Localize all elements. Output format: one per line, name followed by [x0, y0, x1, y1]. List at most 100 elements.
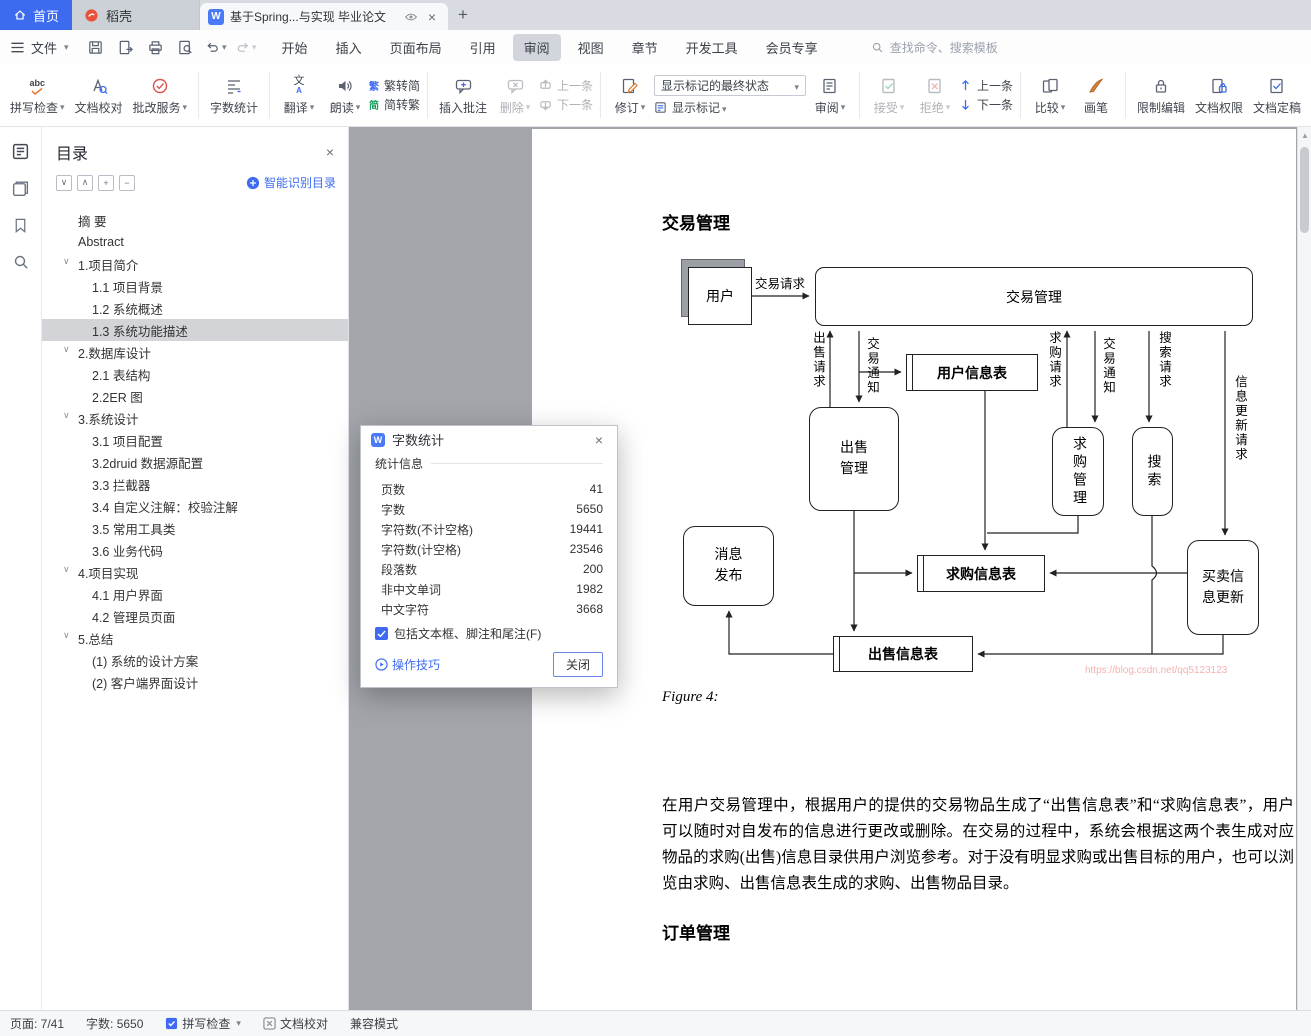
tab-references[interactable]: 引用 — [459, 34, 507, 61]
outline-item[interactable]: 3.3 拦截器 — [42, 473, 348, 495]
chevron-down-icon[interactable] — [63, 410, 70, 421]
close-panel-icon[interactable]: × — [326, 144, 334, 160]
simp-to-trad-button[interactable]: 简 简转繁 — [369, 97, 420, 113]
outline-item[interactable]: 摘 要 — [42, 209, 348, 231]
tab-view[interactable]: 视图 — [567, 34, 615, 61]
pen-button[interactable]: 画笔 — [1074, 67, 1118, 123]
doc-proof-status[interactable]: 文档校对 — [263, 1015, 328, 1032]
reject-button[interactable]: 拒绝 — [913, 67, 957, 123]
doc-finalize-button[interactable]: 文档定稿 — [1249, 67, 1305, 123]
chevron-down-icon[interactable] — [63, 344, 70, 355]
outline-item[interactable]: 3.系统设计 — [42, 407, 348, 429]
dialog-close-icon[interactable]: × — [591, 432, 607, 448]
compare-button[interactable]: 比较 — [1028, 67, 1072, 123]
expand-all-button[interactable]: ∧ — [77, 174, 93, 191]
revise-button[interactable]: 修订 — [608, 67, 652, 123]
save-icon[interactable] — [85, 36, 107, 58]
outline-item[interactable]: 3.4 自定义注解：校验注解 — [42, 495, 348, 517]
outline-item[interactable]: 4.1 用户界面 — [42, 583, 348, 605]
outline-item[interactable]: 1.项目简介 — [42, 253, 348, 275]
word-count-indicator[interactable]: 字数: 5650 — [86, 1015, 143, 1032]
eye-icon[interactable] — [404, 12, 418, 22]
print-preview-icon[interactable] — [175, 36, 197, 58]
data-flow-diagram: 用户 交易管理 用户信息表 出售管理 求购管理 搜索 消息发布 求购信息表 买卖… — [657, 245, 1269, 695]
outline-item[interactable]: 3.2druid 数据源配置 — [42, 451, 348, 473]
chevron-down-icon[interactable] — [63, 256, 70, 267]
file-menu-button[interactable]: 文件 — [25, 38, 75, 57]
tab-section[interactable]: 章节 — [621, 34, 669, 61]
outline-item[interactable]: 3.5 常用工具类 — [42, 517, 348, 539]
bookmark-icon[interactable] — [11, 215, 31, 235]
export-pdf-icon[interactable] — [115, 36, 137, 58]
collapse-level-button[interactable]: − — [119, 174, 135, 191]
outline-item-selected[interactable]: 1.3 系统功能描述 — [42, 319, 348, 341]
chevron-down-icon[interactable] — [63, 564, 70, 575]
close-tab-icon[interactable]: × — [424, 9, 440, 25]
scrollbar-thumb[interactable] — [1300, 147, 1309, 233]
tab-member[interactable]: 会员专享 — [755, 34, 829, 61]
outline-item[interactable]: 2.数据库设计 — [42, 341, 348, 363]
next-comment-button[interactable]: 下一条 — [539, 97, 593, 113]
review-mode-button[interactable]: 审阅 — [808, 67, 852, 123]
include-textbox-checkbox[interactable]: 包括文本框、脚注和尾注(F) — [375, 625, 603, 642]
tab-dev-tools[interactable]: 开发工具 — [675, 34, 749, 61]
dialog-title-bar[interactable]: W 字数统计 × — [361, 426, 617, 453]
smart-recognize-button[interactable]: 智能识别目录 — [246, 174, 336, 191]
scroll-up-arrow[interactable]: ▲ — [1298, 129, 1311, 143]
undo-icon[interactable] — [205, 36, 227, 58]
tab-start[interactable]: 开始 — [271, 34, 319, 61]
outline-item[interactable]: 2.1 表结构 — [42, 363, 348, 385]
vertical-scrollbar[interactable]: ▲ — [1297, 127, 1311, 1010]
docer-tab[interactable]: 稻壳 — [72, 0, 200, 30]
outline-item[interactable]: 1.1 项目背景 — [42, 275, 348, 297]
document-tab[interactable]: W 基于Spring...与实现 毕业论文 × — [200, 3, 448, 30]
show-marks-button[interactable]: 显示标记 — [654, 99, 806, 115]
outline-item[interactable]: (2) 客户端界面设计 — [42, 671, 348, 693]
spell-check-button[interactable]: abc 拼写检查 — [6, 67, 69, 123]
home-tab[interactable]: 首页 — [0, 0, 72, 30]
print-icon[interactable] — [145, 36, 167, 58]
redo-icon[interactable] — [235, 36, 257, 58]
collapse-all-button[interactable]: ∨ — [56, 174, 72, 191]
new-tab-button[interactable]: + — [448, 0, 478, 30]
outline-item[interactable]: 5.总结 — [42, 627, 348, 649]
restrict-edit-button[interactable]: 限制编辑 — [1133, 67, 1189, 123]
outline-panel-icon[interactable] — [11, 141, 31, 161]
accept-button[interactable]: 接受 — [867, 67, 911, 123]
prev-comment-button[interactable]: 上一条 — [539, 78, 593, 94]
tab-page-layout[interactable]: 页面布局 — [379, 34, 453, 61]
command-search[interactable]: 查找命令、搜索模板 — [871, 39, 998, 56]
outline-item[interactable]: 3.1 项目配置 — [42, 429, 348, 451]
page-indicator[interactable]: 页面: 7/41 — [10, 1015, 64, 1032]
delete-comment-button[interactable]: 删除 — [493, 67, 537, 123]
dialog-close-button[interactable]: 关闭 — [553, 652, 603, 677]
search-panel-icon[interactable] — [11, 252, 31, 272]
tab-review[interactable]: 审阅 — [512, 33, 561, 61]
document-page[interactable]: 交易管理 用户 交易管理 用户信息表 出售管理 求购管理 搜索 消息发布 求购信… — [532, 129, 1296, 1010]
tab-insert[interactable]: 插入 — [325, 34, 373, 61]
outline-item[interactable]: Abstract — [42, 231, 348, 253]
trad-to-simp-button[interactable]: 繁 繁转简 — [369, 78, 420, 94]
next-revision-button[interactable]: 下一条 — [959, 97, 1013, 113]
hamburger-icon[interactable] — [10, 41, 25, 54]
spell-check-status[interactable]: 拼写检查 — [165, 1015, 241, 1032]
expand-level-button[interactable]: + — [98, 174, 114, 191]
insert-comment-button[interactable]: 插入批注 — [435, 67, 491, 123]
prev-revision-button[interactable]: 上一条 — [959, 78, 1013, 94]
outline-item[interactable]: 3.6 业务代码 — [42, 539, 348, 561]
tips-link[interactable]: 操作技巧 — [375, 656, 440, 673]
outline-item[interactable]: (1) 系统的设计方案 — [42, 649, 348, 671]
draft-panel-icon[interactable] — [11, 178, 31, 198]
doc-proof-button[interactable]: 文档校对 — [71, 67, 127, 123]
outline-item[interactable]: 1.2 系统概述 — [42, 297, 348, 319]
marks-state-dropdown[interactable]: 显示标记的最终状态 — [654, 75, 807, 96]
outline-item[interactable]: 4.项目实现 — [42, 561, 348, 583]
translate-button[interactable]: 文A 翻译 — [277, 67, 321, 123]
word-count-button[interactable]: 字数统计 — [206, 67, 262, 123]
correction-service-button[interactable]: 批改服务 — [129, 67, 192, 123]
outline-item[interactable]: 4.2 管理员页面 — [42, 605, 348, 627]
doc-permission-button[interactable]: 文档权限 — [1191, 67, 1247, 123]
read-aloud-button[interactable]: 朗读 — [323, 67, 367, 123]
chevron-down-icon[interactable] — [63, 630, 70, 641]
outline-item[interactable]: 2.2ER 图 — [42, 385, 348, 407]
